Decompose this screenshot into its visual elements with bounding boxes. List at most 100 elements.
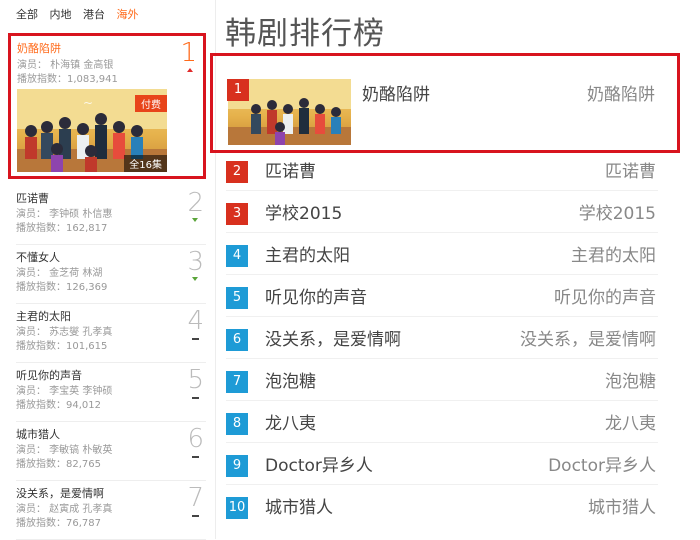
- episode-count: 全16集: [124, 155, 167, 172]
- list-item[interactable]: 没关系，是爱情啊 演员： 赵寅成 孔孝真 播放指数：76,787 7: [16, 483, 206, 540]
- list-item[interactable]: 不懂女人 演员： 金芝荷 林湖 播放指数：126,369 3: [16, 247, 206, 304]
- region-tabs: 全部 内地 港台 海外: [16, 6, 147, 22]
- list-item[interactable]: 主君的太阳 演员： 苏志燮 孔孝真 播放指数：101,615 4: [16, 306, 206, 363]
- item-actors: 演员： 李钟硕 朴信惠: [16, 209, 113, 220]
- page-title: 韩剧排行榜: [225, 16, 385, 52]
- row-divider: [226, 442, 658, 443]
- item-plays: 播放指数：162,817: [16, 223, 108, 234]
- trend-up-icon: [192, 277, 198, 281]
- item-actors: 演员： 金芝荷 林湖: [16, 268, 103, 279]
- rank-badge: 9: [226, 455, 248, 477]
- rank-title[interactable]: 学校2015: [265, 202, 342, 226]
- item-actors: 演员： 李宝英 李钟硕: [16, 386, 113, 397]
- rank-title-right[interactable]: 城市猎人: [588, 496, 656, 520]
- rank-title-right[interactable]: 没关系，是爱情啊: [520, 328, 656, 352]
- rank-title[interactable]: 主君的太阳: [265, 244, 350, 268]
- rank-title[interactable]: 城市猎人: [265, 496, 333, 520]
- item-plays: 播放指数：101,615: [16, 341, 108, 352]
- top-item-title[interactable]: 奶酪陷阱: [17, 40, 61, 56]
- tab-mainland[interactable]: 内地: [50, 6, 72, 22]
- rank-title-right[interactable]: 主君的太阳: [571, 244, 656, 268]
- trend-flat-icon: [192, 397, 199, 399]
- item-title[interactable]: 听见你的声音: [16, 367, 82, 383]
- rank-title[interactable]: 听见你的声音: [265, 286, 367, 310]
- item-rank: 2: [187, 188, 204, 218]
- rank-row[interactable]: 9 Doctor异乡人 Doctor异乡人: [226, 454, 658, 478]
- row-divider: [226, 316, 658, 317]
- rank-row[interactable]: 8 龙八夷 龙八夷: [226, 412, 658, 436]
- item-actors: 演员： 李敏镐 朴敏英: [16, 445, 113, 456]
- item-actors: 演员： 赵寅成 孔孝真: [16, 504, 113, 515]
- tab-overseas[interactable]: 海外: [117, 6, 139, 22]
- rank-title-right[interactable]: 泡泡糖: [605, 370, 656, 394]
- item-plays: 播放指数：126,369: [16, 282, 108, 293]
- item-title[interactable]: 匹诺曹: [16, 190, 49, 206]
- rank-badge: 4: [226, 245, 248, 267]
- trend-up-arrow-icon: [187, 68, 193, 72]
- rank-badge: 2: [226, 161, 248, 183]
- trend-up-icon: [192, 218, 198, 222]
- row-divider: [226, 484, 658, 485]
- rank-title-right[interactable]: 学校2015: [579, 202, 656, 226]
- featured-rank-item[interactable]: 1 奶酪陷阱 奶酪陷阱: [210, 53, 680, 153]
- tab-all[interactable]: 全部: [16, 6, 38, 22]
- row-divider: [226, 400, 658, 401]
- rank-row[interactable]: 5 听见你的声音 听见你的声音: [226, 286, 658, 310]
- list-item[interactable]: 听见你的声音 演员： 李宝英 李钟硕 播放指数：94,012 5: [16, 365, 206, 422]
- rank-row[interactable]: 7 泡泡糖 泡泡糖: [226, 370, 658, 394]
- rank-row[interactable]: 2 匹诺曹 匹诺曹: [226, 160, 658, 184]
- rank-title[interactable]: 匹诺曹: [265, 160, 316, 184]
- paid-badge: 付费: [135, 95, 167, 112]
- item-plays: 播放指数：94,012: [16, 400, 101, 411]
- item-title[interactable]: 城市猎人: [16, 426, 60, 442]
- rank-badge: 7: [226, 371, 248, 393]
- rank-badge: 3: [226, 203, 248, 225]
- item-actors: 演员： 苏志燮 孔孝真: [16, 327, 113, 338]
- top-item-actors: 演员： 朴海镇 金高银: [17, 60, 114, 71]
- trend-flat-icon: [192, 338, 199, 340]
- featured-title[interactable]: 奶酪陷阱: [362, 80, 430, 105]
- tab-hk-tw[interactable]: 港台: [83, 6, 105, 22]
- trend-flat-icon: [192, 456, 199, 458]
- item-title[interactable]: 没关系，是爱情啊: [16, 485, 104, 501]
- featured-title-right[interactable]: 奶酪陷阱: [587, 80, 655, 105]
- rank-row[interactable]: 4 主君的太阳 主君的太阳: [226, 244, 658, 268]
- item-plays: 播放指数：76,787: [16, 518, 101, 529]
- item-rank: 3: [187, 247, 204, 277]
- list-item[interactable]: 匹诺曹 演员： 李钟硕 朴信惠 播放指数：162,817 2: [16, 188, 206, 245]
- rank-badge: 8: [226, 413, 248, 435]
- rank-title[interactable]: 泡泡糖: [265, 370, 316, 394]
- list-item[interactable]: 城市猎人 演员： 李敏镐 朴敏英 播放指数：82,765 6: [16, 424, 206, 481]
- left-ranking-panel: 全部 内地 港台 海外 奶酪陷阱 演员： 朴海镇 金高银 播放指数：1,083,…: [0, 0, 216, 540]
- top-item-thumbnail[interactable]: ~ 付费 全16集: [17, 89, 167, 172]
- row-divider: [226, 358, 658, 359]
- rank-row[interactable]: 10 城市猎人 城市猎人: [226, 496, 658, 520]
- rank-title-right[interactable]: 匹诺曹: [605, 160, 656, 184]
- row-divider: [226, 232, 658, 233]
- top-ranked-item[interactable]: 奶酪陷阱 演员： 朴海镇 金高银 播放指数：1,083,941 1 ~ 付费 全…: [8, 33, 206, 179]
- top-item-plays: 播放指数：1,083,941: [17, 74, 118, 85]
- row-divider: [226, 190, 658, 191]
- item-rank: 4: [187, 306, 204, 336]
- top-item-rank: 1: [180, 38, 197, 68]
- rank-title[interactable]: 龙八夷: [265, 412, 316, 436]
- rank-title-right[interactable]: 听见你的声音: [554, 286, 656, 310]
- rank-title[interactable]: Doctor异乡人: [265, 454, 373, 478]
- svg-text:~: ~: [83, 96, 93, 110]
- rank-badge: 6: [226, 329, 248, 351]
- rank-title-right[interactable]: 龙八夷: [605, 412, 656, 436]
- rank-badge: 10: [226, 497, 248, 519]
- row-divider: [226, 274, 658, 275]
- rank-row[interactable]: 3 学校2015 学校2015: [226, 202, 658, 226]
- rank-title[interactable]: 没关系，是爱情啊: [265, 328, 401, 352]
- item-title[interactable]: 不懂女人: [16, 249, 60, 265]
- featured-rank-badge: 1: [227, 79, 249, 101]
- rank-title-right[interactable]: Doctor异乡人: [548, 454, 656, 478]
- rank-badge: 5: [226, 287, 248, 309]
- rank-row[interactable]: 6 没关系，是爱情啊 没关系，是爱情啊: [226, 328, 658, 352]
- item-rank: 7: [187, 483, 204, 513]
- item-title[interactable]: 主君的太阳: [16, 308, 71, 324]
- trend-flat-icon: [192, 515, 199, 517]
- item-rank: 6: [187, 424, 204, 454]
- item-plays: 播放指数：82,765: [16, 459, 101, 470]
